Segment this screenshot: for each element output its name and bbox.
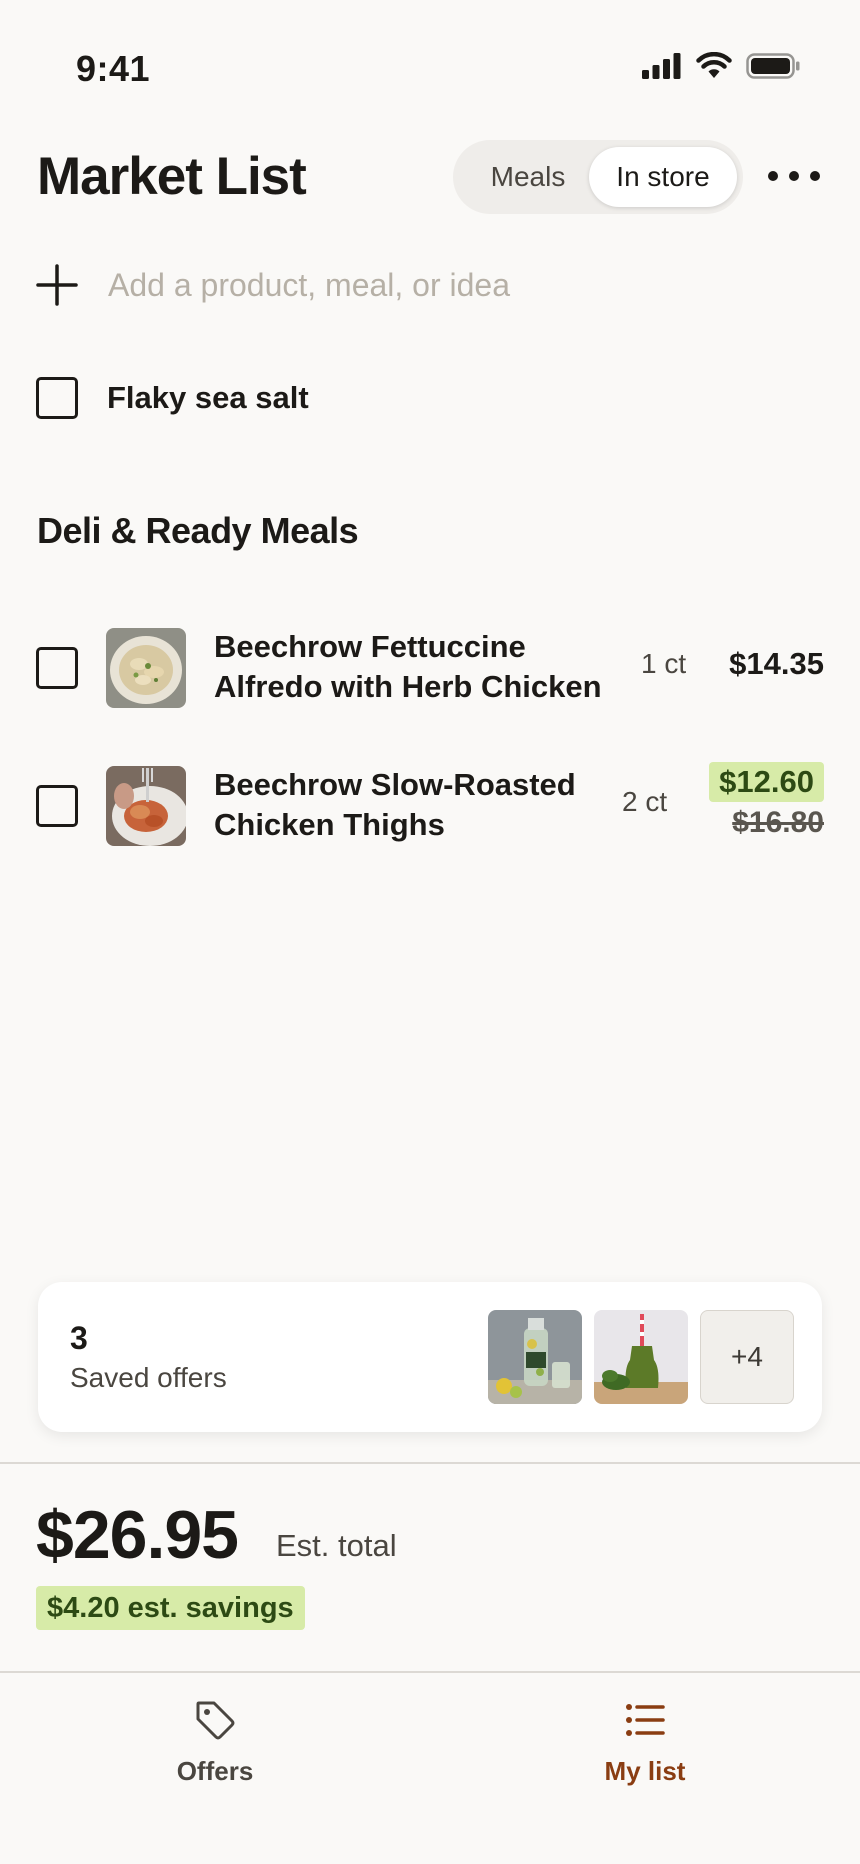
add-item-input[interactable] <box>108 262 808 308</box>
estimated-total-amount: $26.95 <box>36 1497 239 1573</box>
savings-badge: $4.20 est. savings <box>36 1586 305 1630</box>
product-quantity: 1 ct <box>641 648 687 679</box>
product-row[interactable]: Beechrow Fettuccine Alfredo with Herb Ch… <box>0 622 860 712</box>
wifi-icon <box>696 52 732 78</box>
saved-offers-count: 3 <box>70 1320 88 1356</box>
more-dot <box>768 171 778 181</box>
product-quantity: 2 ct <box>622 786 668 817</box>
list-icon <box>626 1704 665 1736</box>
segment-in-store[interactable]: In store <box>589 147 737 207</box>
status-bar: 9:41 <box>0 0 860 140</box>
item-checkbox[interactable] <box>36 647 78 689</box>
tag-icon <box>196 1701 235 1740</box>
battery-icon <box>746 52 800 79</box>
more-dot <box>810 171 820 181</box>
product-name-line: Beechrow Slow-Roasted <box>214 767 576 802</box>
plus-icon[interactable] <box>36 264 78 306</box>
sale-price-badge: $12.60 <box>709 762 824 802</box>
product-name-line: Beechrow Fettuccine <box>214 629 526 664</box>
original-price: $16.80 <box>732 806 824 839</box>
tab-label: Offers <box>176 1756 254 1786</box>
section-title: Deli & Ready Meals <box>37 510 359 551</box>
saved-offers-card[interactable]: 3 Saved offers +4 <box>38 1282 822 1432</box>
add-item-row <box>0 250 860 320</box>
tab-my-list[interactable]: My list <box>545 1698 745 1787</box>
list-item: Flaky sea salt <box>0 370 860 426</box>
product-name-line: Chicken Thighs <box>214 807 445 842</box>
product-image-chicken-thighs <box>106 766 186 846</box>
segment-meals[interactable]: Meals <box>461 147 595 207</box>
more-offers-button[interactable]: +4 <box>700 1310 794 1404</box>
tab-offers[interactable]: Offers <box>115 1698 315 1787</box>
item-label: Flaky sea salt <box>107 380 309 415</box>
item-checkbox[interactable] <box>36 785 78 827</box>
product-image-fettuccine <box>106 628 186 708</box>
saved-offers-label: Saved offers <box>70 1362 227 1393</box>
product-row[interactable]: Beechrow Slow-Roasted Chicken Thighs 2 c… <box>0 760 860 850</box>
tab-label: My list <box>604 1756 686 1786</box>
divider <box>0 1462 860 1464</box>
status-time: 9:41 <box>76 48 151 89</box>
header: Market List Meals In store <box>0 130 860 230</box>
product-name-line: Alfredo with Herb Chicken <box>214 669 602 704</box>
more-dot <box>789 171 799 181</box>
page-title: Market List <box>37 147 307 206</box>
item-checkbox[interactable] <box>36 377 78 419</box>
status-icons <box>642 52 800 79</box>
view-segmented-control: Meals In store <box>453 140 743 214</box>
tab-bar: Offers My list <box>0 1672 860 1864</box>
product-name: Beechrow Fettuccine Alfredo with Herb Ch… <box>214 627 624 707</box>
product-price: $14.35 <box>729 646 824 681</box>
product-name: Beechrow Slow-Roasted Chicken Thighs <box>214 765 624 845</box>
more-options-button[interactable] <box>768 158 820 194</box>
estimated-total-label: Est. total <box>276 1528 397 1563</box>
cellular-signal-icon <box>642 52 681 79</box>
offer-image-infused-water <box>488 1310 582 1404</box>
offer-image-green-smoothie <box>594 1310 688 1404</box>
